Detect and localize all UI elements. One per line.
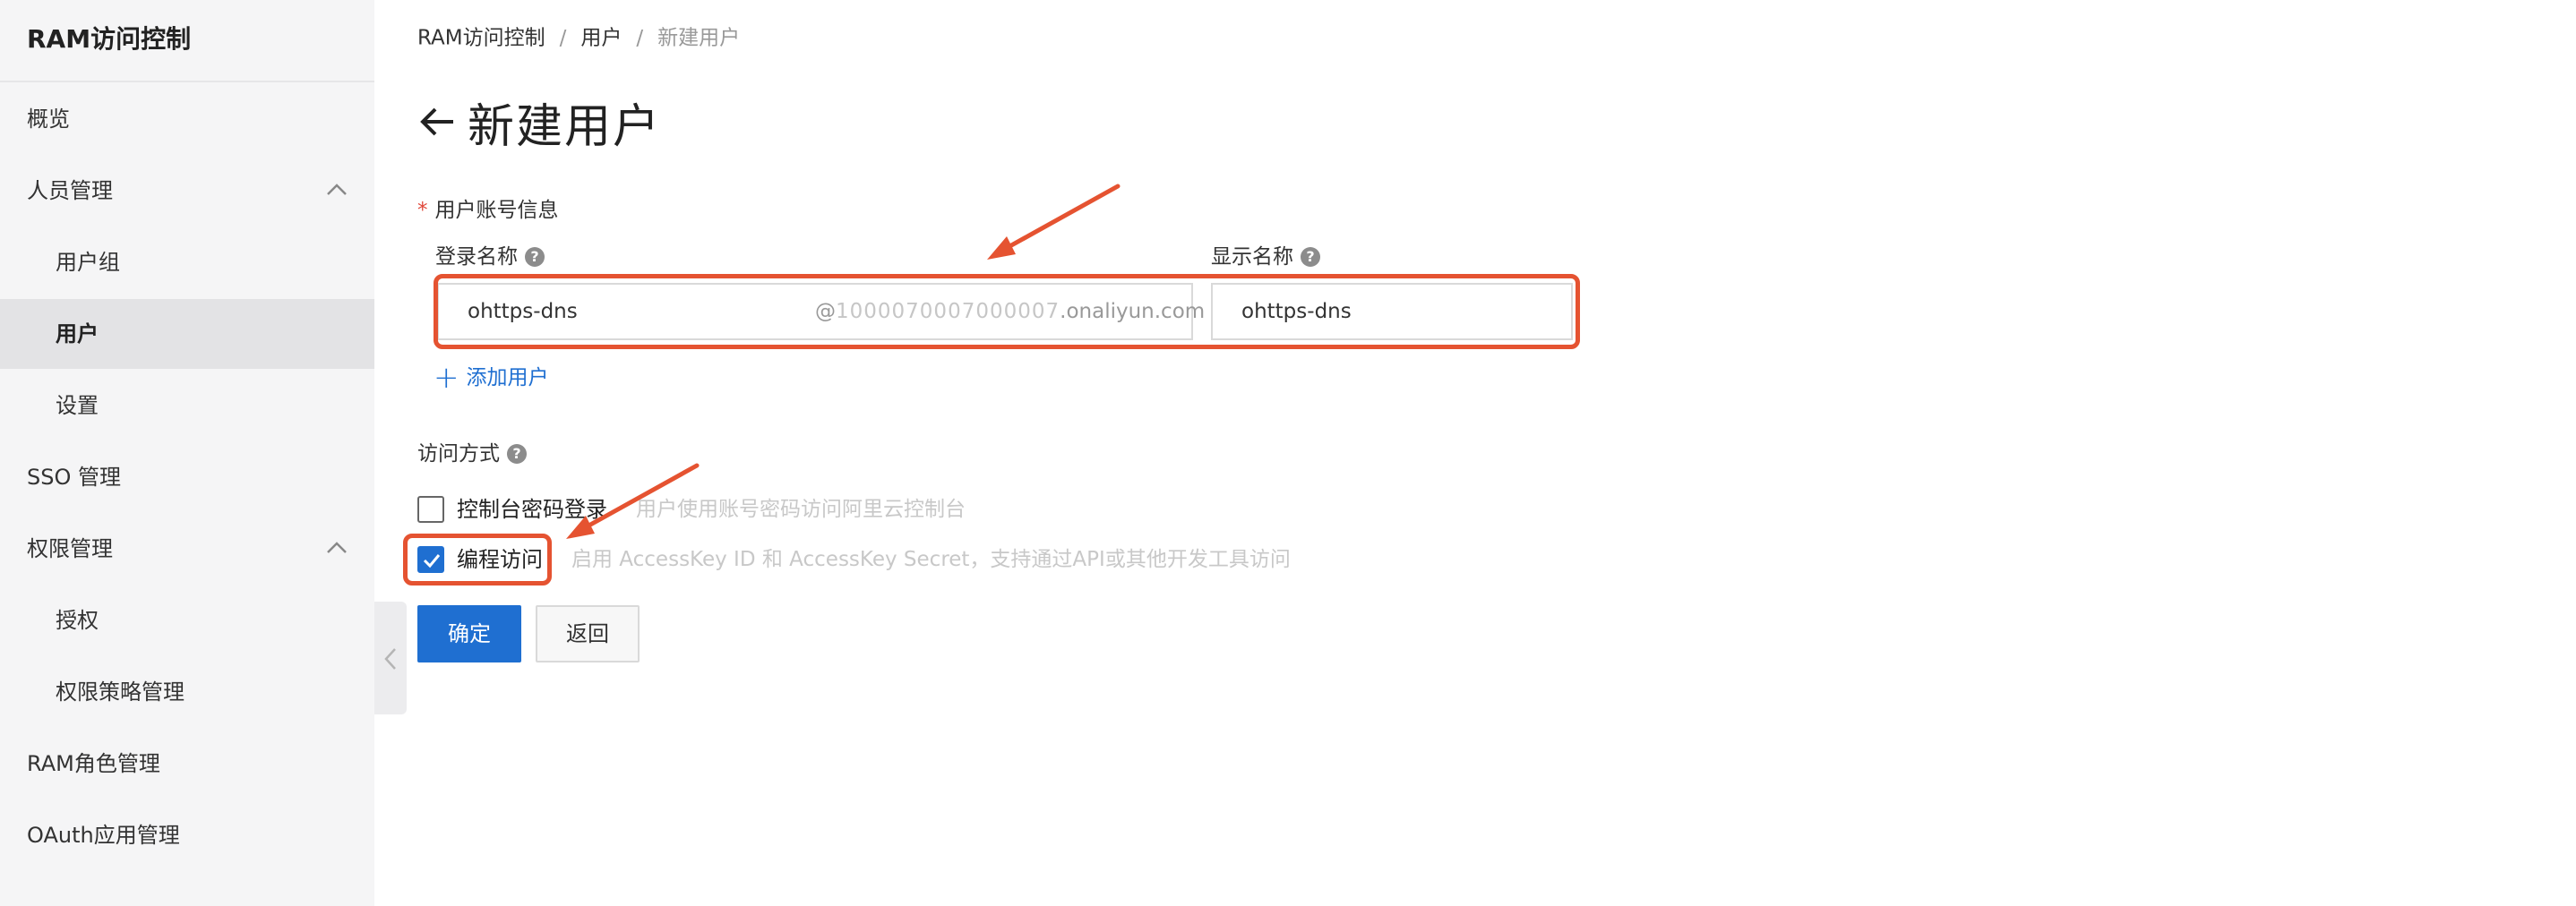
chevron-up-icon xyxy=(327,542,347,553)
sidebar-item-label: 用户 xyxy=(56,321,99,346)
page-header: 新建用户 xyxy=(417,86,661,158)
sidebar-item-label: 权限策略管理 xyxy=(56,680,185,705)
sidebar-divider xyxy=(0,81,374,82)
sidebar-item-label: OAuth应用管理 xyxy=(27,823,180,848)
display-name-label-text: 显示名称 xyxy=(1211,245,1293,269)
back-arrow-icon[interactable] xyxy=(417,102,457,141)
sidebar-title: RAM访问控制 xyxy=(27,24,192,54)
annotation-arrows xyxy=(566,184,1121,539)
sidebar-item-label: 设置 xyxy=(56,393,99,418)
sidebar-item-label: 权限管理 xyxy=(27,536,113,561)
breadcrumb-item-users[interactable]: 用户 xyxy=(580,27,622,50)
account-section-text: 用户账号信息 xyxy=(434,199,559,222)
access-method-text: 访问方式 xyxy=(417,442,500,466)
annotation-arrow-icon xyxy=(987,184,1121,260)
access-method-label: 访问方式 ? xyxy=(417,439,527,469)
sidebar-item-label: RAM角色管理 xyxy=(27,751,160,776)
breadcrumb-separator: / xyxy=(636,26,644,50)
annotation-highlight-box xyxy=(434,274,1580,349)
sidebar-item-people-management[interactable]: 人员管理 xyxy=(0,156,374,226)
breadcrumb: RAM访问控制 / 用户 / 新建用户 xyxy=(417,21,740,54)
programmatic-access-description: 启用 AccessKey ID 和 AccessKey Secret，支持通过A… xyxy=(571,548,1291,571)
sidebar-item-policies[interactable]: 权限策略管理 xyxy=(0,657,374,727)
sidebar-item-grants[interactable]: 授权 xyxy=(0,585,374,655)
required-mark: * xyxy=(417,199,428,222)
sidebar-item-sso[interactable]: SSO 管理 xyxy=(0,442,374,512)
sidebar-item-label: 概览 xyxy=(27,107,70,132)
sidebar-item-label: 授权 xyxy=(56,608,99,633)
sidebar-item-overview[interactable]: 概览 xyxy=(0,84,374,154)
login-name-label-text: 登录名称 xyxy=(435,245,518,269)
account-section-label: * 用户账号信息 xyxy=(417,195,559,226)
sidebar: RAM访问控制 概览 人员管理 用户组 用户 设置 SSO 管理 权限管理 授权… xyxy=(0,0,374,906)
add-user-button[interactable]: + 添加用户 xyxy=(434,360,549,396)
sidebar-collapse-toggle[interactable] xyxy=(374,602,407,714)
sidebar-item-user-groups[interactable]: 用户组 xyxy=(0,227,374,297)
help-icon[interactable]: ? xyxy=(1301,247,1320,267)
sidebar-item-label: 用户组 xyxy=(56,250,120,275)
help-icon[interactable]: ? xyxy=(507,444,527,464)
breadcrumb-item-ram[interactable]: RAM访问控制 xyxy=(417,27,545,50)
chevron-up-icon xyxy=(327,184,347,195)
sidebar-item-permission-management[interactable]: 权限管理 xyxy=(0,514,374,584)
display-name-label: 显示名称 ? xyxy=(1211,242,1320,272)
console-login-description: 用户使用账号密码访问阿里云控制台 xyxy=(636,498,966,521)
login-name-label: 登录名称 ? xyxy=(435,242,545,272)
help-icon[interactable]: ? xyxy=(525,247,545,267)
sidebar-item-label: SSO 管理 xyxy=(27,465,121,490)
chevron-left-icon xyxy=(384,648,396,670)
console-login-checkbox[interactable] xyxy=(417,496,444,523)
breadcrumb-separator: / xyxy=(559,26,567,50)
sidebar-item-ram-roles[interactable]: RAM角色管理 xyxy=(0,729,374,799)
page-title: 新建用户 xyxy=(468,99,662,154)
console-login-label[interactable]: 控制台密码登录 xyxy=(457,491,607,527)
back-button[interactable]: 返回 xyxy=(536,605,640,662)
add-user-label: 添加用户 xyxy=(466,366,549,389)
sidebar-item-settings[interactable]: 设置 xyxy=(0,371,374,440)
confirm-button[interactable]: 确定 xyxy=(417,605,521,662)
breadcrumb-item-current: 新建用户 xyxy=(657,26,741,50)
sidebar-item-label: 人员管理 xyxy=(27,178,113,203)
annotation-highlight-box xyxy=(403,534,552,585)
plus-icon: + xyxy=(434,360,459,396)
sidebar-item-users[interactable]: 用户 xyxy=(0,299,374,369)
sidebar-item-oauth-apps[interactable]: OAuth应用管理 xyxy=(0,800,374,870)
